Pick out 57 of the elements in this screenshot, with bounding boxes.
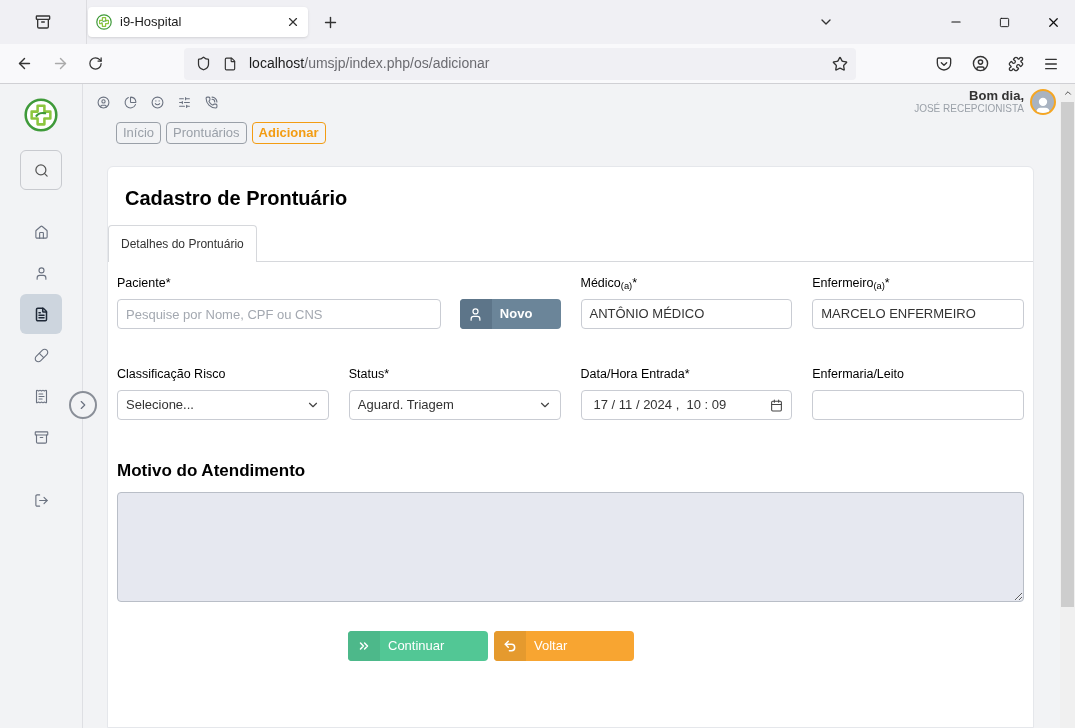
field-label: Enfermeiro$_{(a)}$* — [812, 275, 891, 292]
field-label: Data/Hora Entrada* — [580, 366, 691, 383]
logout-icon — [33, 492, 49, 508]
field-label: Médico$_{(a)}$* — [580, 275, 639, 292]
field-label: Paciente* — [117, 275, 172, 292]
favicon-icon — [96, 14, 112, 30]
bookmark-star-icon[interactable] — [832, 55, 848, 72]
form-title: Cadastro de Prontuário — [125, 186, 349, 211]
url-text: localhost/umsjp/index.php/os/adicionar — [249, 54, 491, 73]
search-field[interactable]: Pesquise por Nome, CPF ou CNS — [117, 299, 441, 329]
smile-icon[interactable] — [151, 95, 164, 109]
field-label: Status* — [348, 366, 391, 383]
text-field[interactable] — [812, 390, 1024, 420]
forward-icon — [52, 55, 69, 72]
browser-tab[interactable]: i9-Hospital — [88, 7, 308, 37]
phone-icon[interactable] — [205, 95, 218, 109]
account-icon[interactable] — [972, 55, 989, 72]
pocket-icon[interactable] — [936, 55, 952, 72]
reload-icon[interactable] — [88, 56, 103, 71]
user-name: JOSÉ RECEPCIONISTA — [914, 102, 1024, 115]
extensions-icon[interactable] — [1008, 55, 1024, 72]
receipt-icon — [33, 388, 49, 404]
expand-button[interactable] — [69, 391, 97, 419]
page-icon — [223, 56, 237, 71]
user-circle-icon[interactable] — [97, 95, 110, 109]
sidebar-item[interactable] — [20, 294, 62, 334]
search-button[interactable] — [20, 150, 62, 190]
date-field[interactable]: 17 / 11 / 2024 , 10 : 09 — [580, 390, 793, 420]
maximize-icon[interactable] — [999, 16, 1010, 28]
field-label: Enfermaria/Leito — [812, 366, 905, 383]
pie-chart-icon[interactable] — [124, 95, 137, 109]
sliders-icon[interactable] — [178, 95, 191, 109]
select-field[interactable]: Aguard. Triagem — [348, 390, 561, 420]
greeting: Bom dia, — [969, 87, 1024, 103]
user-icon — [468, 306, 484, 322]
scrollbar[interactable] — [1060, 84, 1075, 728]
scroll-up-icon[interactable] — [1062, 88, 1073, 98]
close-icon[interactable] — [286, 15, 300, 29]
field-label: Classificação Risco — [117, 366, 227, 383]
user-icon — [33, 265, 49, 281]
address-bar[interactable]: localhost/umsjp/index.php/os/adicionar — [184, 47, 856, 80]
text-field[interactable]: MARCELO ENFERMEIRO — [812, 299, 1024, 329]
section-heading: Motivo do Atendimento — [117, 460, 307, 482]
archive-icon — [33, 429, 49, 445]
undo-arrow-icon — [503, 638, 517, 653]
search-icon — [33, 162, 49, 178]
pill-icon — [33, 347, 49, 363]
shield-icon — [196, 56, 211, 71]
document-icon — [33, 306, 49, 322]
back-icon[interactable] — [16, 55, 33, 72]
text-field[interactable]: ANTÔNIO MÉDICO — [580, 299, 793, 329]
new-button[interactable]: Novo — [459, 299, 561, 329]
hospital-logo — [24, 98, 58, 132]
form-tab[interactable]: Detalhes do Prontuário — [108, 225, 257, 262]
select-field[interactable]: Selecione... — [117, 390, 329, 420]
home-icon — [33, 224, 49, 240]
calendar-icon — [770, 398, 784, 412]
